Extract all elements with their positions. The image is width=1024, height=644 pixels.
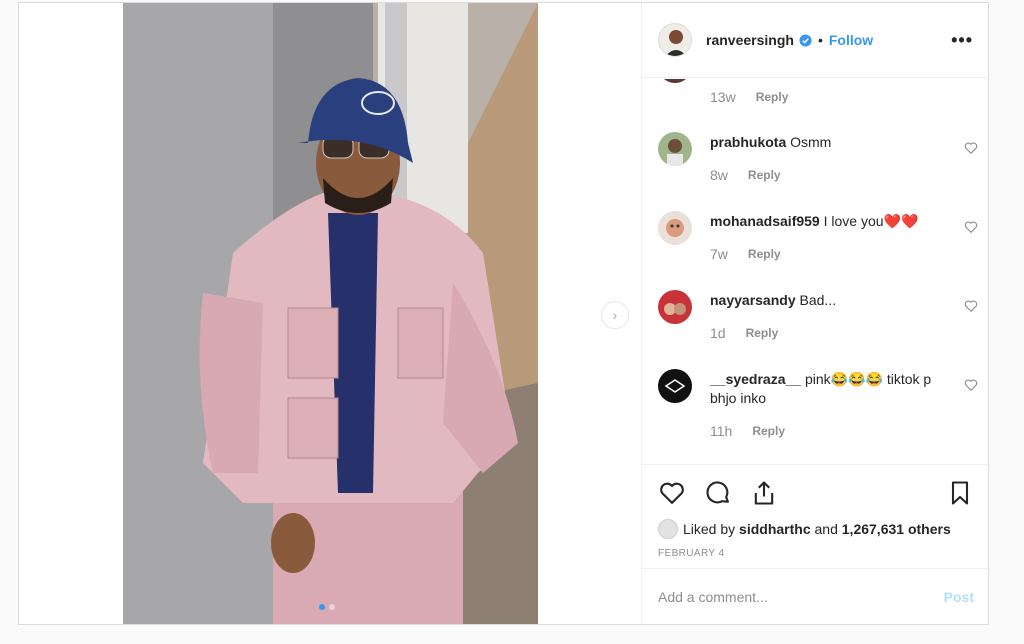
post-card: › ranveersingh • Follow ••• 13w Reply pr… xyxy=(18,2,990,625)
carousel-indicator xyxy=(319,604,335,610)
comments-list[interactable]: 13w Reply prabhukota Osmm 8w Reply mohan… xyxy=(642,79,990,463)
commenter-avatar[interactable] xyxy=(658,211,692,245)
commenter-username[interactable]: mohanadsaif959 xyxy=(710,213,820,229)
post-sidebar: ranveersingh • Follow ••• 13w Reply prab… xyxy=(641,3,990,624)
commenter-avatar[interactable] xyxy=(658,79,692,83)
comment-age: 13w xyxy=(710,89,736,105)
post-actions: Liked by siddharthc and 1,267,631 others… xyxy=(642,464,990,568)
comment-meta: 7w Reply xyxy=(710,246,781,262)
likes-summary: Liked by siddharthc and 1,267,631 others xyxy=(658,519,974,539)
verified-badge-icon xyxy=(799,33,812,47)
comment-body: Osmm xyxy=(790,134,832,150)
chevron-right-icon: › xyxy=(612,307,618,323)
comment-age: 11h xyxy=(710,423,733,439)
likes-prefix: Liked by xyxy=(683,521,736,537)
bookmark-icon[interactable] xyxy=(946,479,974,507)
commenter-username[interactable]: nayyarsandy xyxy=(710,292,796,308)
comment-meta: 8w Reply xyxy=(710,167,781,183)
reply-button[interactable]: Reply xyxy=(756,90,789,104)
comment-text: nayyarsandy Bad... xyxy=(710,291,950,310)
like-comment-heart-icon[interactable] xyxy=(964,299,978,313)
post-media: › xyxy=(19,3,641,624)
commenter-username[interactable]: prabhukota xyxy=(710,134,786,150)
liker-username[interactable]: siddharthc xyxy=(739,521,811,537)
comment-text: prabhukota Osmm xyxy=(710,133,950,152)
reply-button[interactable]: Reply xyxy=(746,326,779,340)
reply-button[interactable]: Reply xyxy=(752,424,785,438)
commenter-avatar[interactable] xyxy=(658,369,692,403)
comment-text: mohanadsaif959 I love you❤️❤️ xyxy=(710,212,950,231)
follow-button[interactable]: Follow xyxy=(829,32,873,48)
add-comment-bar: Post xyxy=(642,568,990,624)
comment-age: 8w xyxy=(710,167,728,183)
post-comment-button[interactable]: Post xyxy=(944,589,974,605)
next-image-button[interactable]: › xyxy=(601,301,629,329)
comment-meta: 13w Reply xyxy=(710,89,788,105)
comment-input[interactable] xyxy=(658,588,944,605)
like-comment-heart-icon[interactable] xyxy=(964,220,978,234)
commenter-avatar[interactable] xyxy=(658,132,692,166)
author-avatar-image xyxy=(659,24,691,56)
author-username[interactable]: ranveersingh xyxy=(706,32,794,48)
post-date[interactable]: February 4 xyxy=(658,548,974,559)
comment-text: __syedraza__ pink😂😂😂 tiktok p bhjo inko xyxy=(710,370,950,408)
action-icons xyxy=(658,477,974,509)
likes-count[interactable]: 1,267,631 others xyxy=(842,521,951,537)
post-photo[interactable] xyxy=(123,3,538,624)
carousel-dot-2 xyxy=(329,604,335,610)
like-heart-icon[interactable] xyxy=(658,479,686,507)
comment-age: 7w xyxy=(710,246,728,262)
reply-button[interactable]: Reply xyxy=(748,168,781,182)
commenter-avatar[interactable] xyxy=(658,290,692,324)
carousel-dot-1 xyxy=(319,604,325,610)
like-comment-heart-icon[interactable] xyxy=(964,378,978,392)
share-icon[interactable] xyxy=(750,479,778,507)
comment-bubble-icon[interactable] xyxy=(704,479,732,507)
reply-button[interactable]: Reply xyxy=(748,247,781,261)
likes-middle: and xyxy=(814,521,838,537)
header-separator: • xyxy=(817,32,823,48)
comment-meta: 11h Reply xyxy=(710,423,785,439)
comment-age: 1d xyxy=(710,325,726,341)
author-avatar[interactable] xyxy=(658,23,692,57)
comment-body: I love you❤️❤️ xyxy=(823,213,919,229)
commenter-username[interactable]: __syedraza__ xyxy=(710,371,801,387)
comment-body: Bad... xyxy=(799,292,837,308)
comment-meta: 1d Reply xyxy=(710,325,778,341)
photo-illustration xyxy=(123,3,538,624)
liker-avatar[interactable] xyxy=(658,519,678,539)
more-options-icon[interactable]: ••• xyxy=(951,30,973,51)
post-header: ranveersingh • Follow ••• xyxy=(642,3,989,78)
like-comment-heart-icon[interactable] xyxy=(964,141,978,155)
